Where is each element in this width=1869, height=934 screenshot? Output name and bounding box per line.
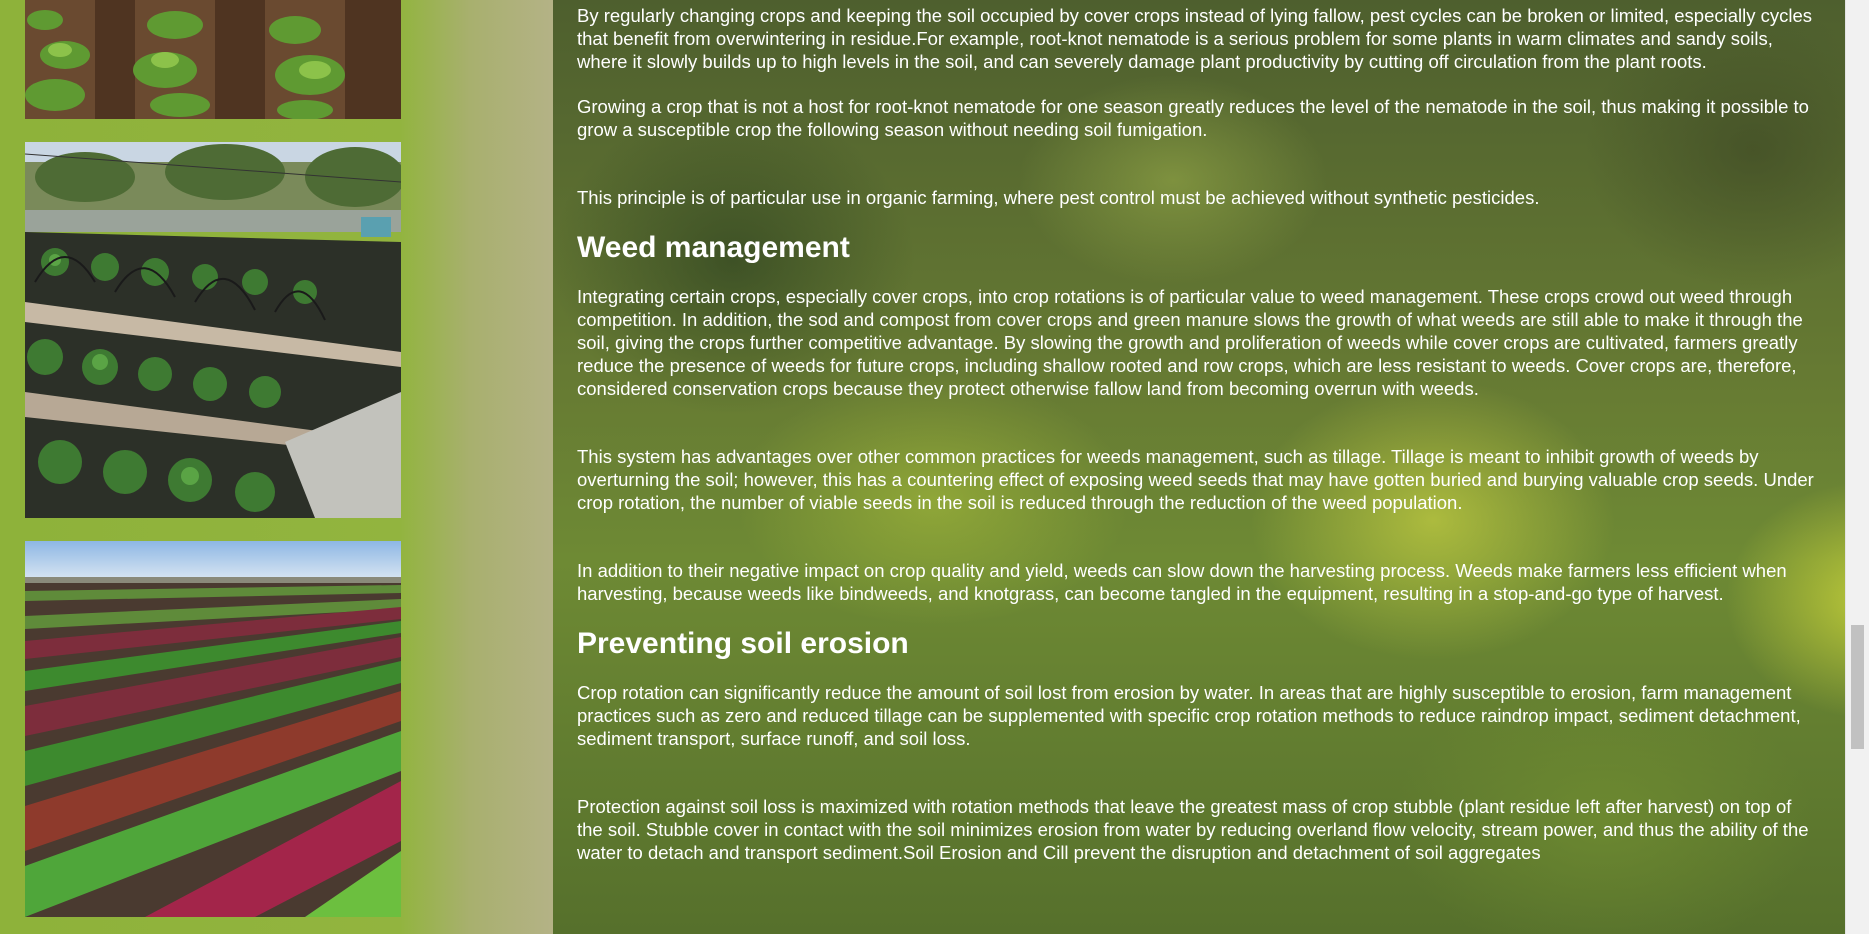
erosion-paragraph-2: Protection against soil loss is maximize… [577, 796, 1809, 863]
weed-paragraph-3: In addition to their negative impact on … [577, 560, 1787, 604]
article-content-area: By regularly changing crops and keeping … [553, 0, 1845, 934]
pest-paragraph-1: By regularly changing crops and keeping … [577, 5, 1813, 72]
erosion-paragraph-1: Crop rotation can significantly reduce t… [577, 682, 1801, 749]
seedling-rows-photo [25, 0, 401, 119]
weed-paragraph-2: This system has advantages over other co… [577, 446, 1814, 513]
pest-paragraph-2: Growing a crop that is not a host for ro… [577, 96, 1809, 140]
soil-erosion-heading: Preventing soil erosion [577, 627, 909, 660]
weed-paragraph-1: Integrating certain crops, especially co… [577, 286, 1803, 399]
pest-paragraph-3: This principle is of particular use in o… [577, 187, 1540, 208]
article-body: By regularly changing crops and keeping … [577, 4, 1822, 886]
scrollbar-thumb[interactable] [1851, 625, 1864, 749]
image-sidebar [0, 0, 553, 934]
mulched-garden-beds-photo [25, 142, 401, 518]
lettuce-field-rows-photo [25, 541, 401, 917]
vertical-scrollbar[interactable] [1845, 0, 1869, 934]
weed-management-heading: Weed management [577, 231, 850, 264]
